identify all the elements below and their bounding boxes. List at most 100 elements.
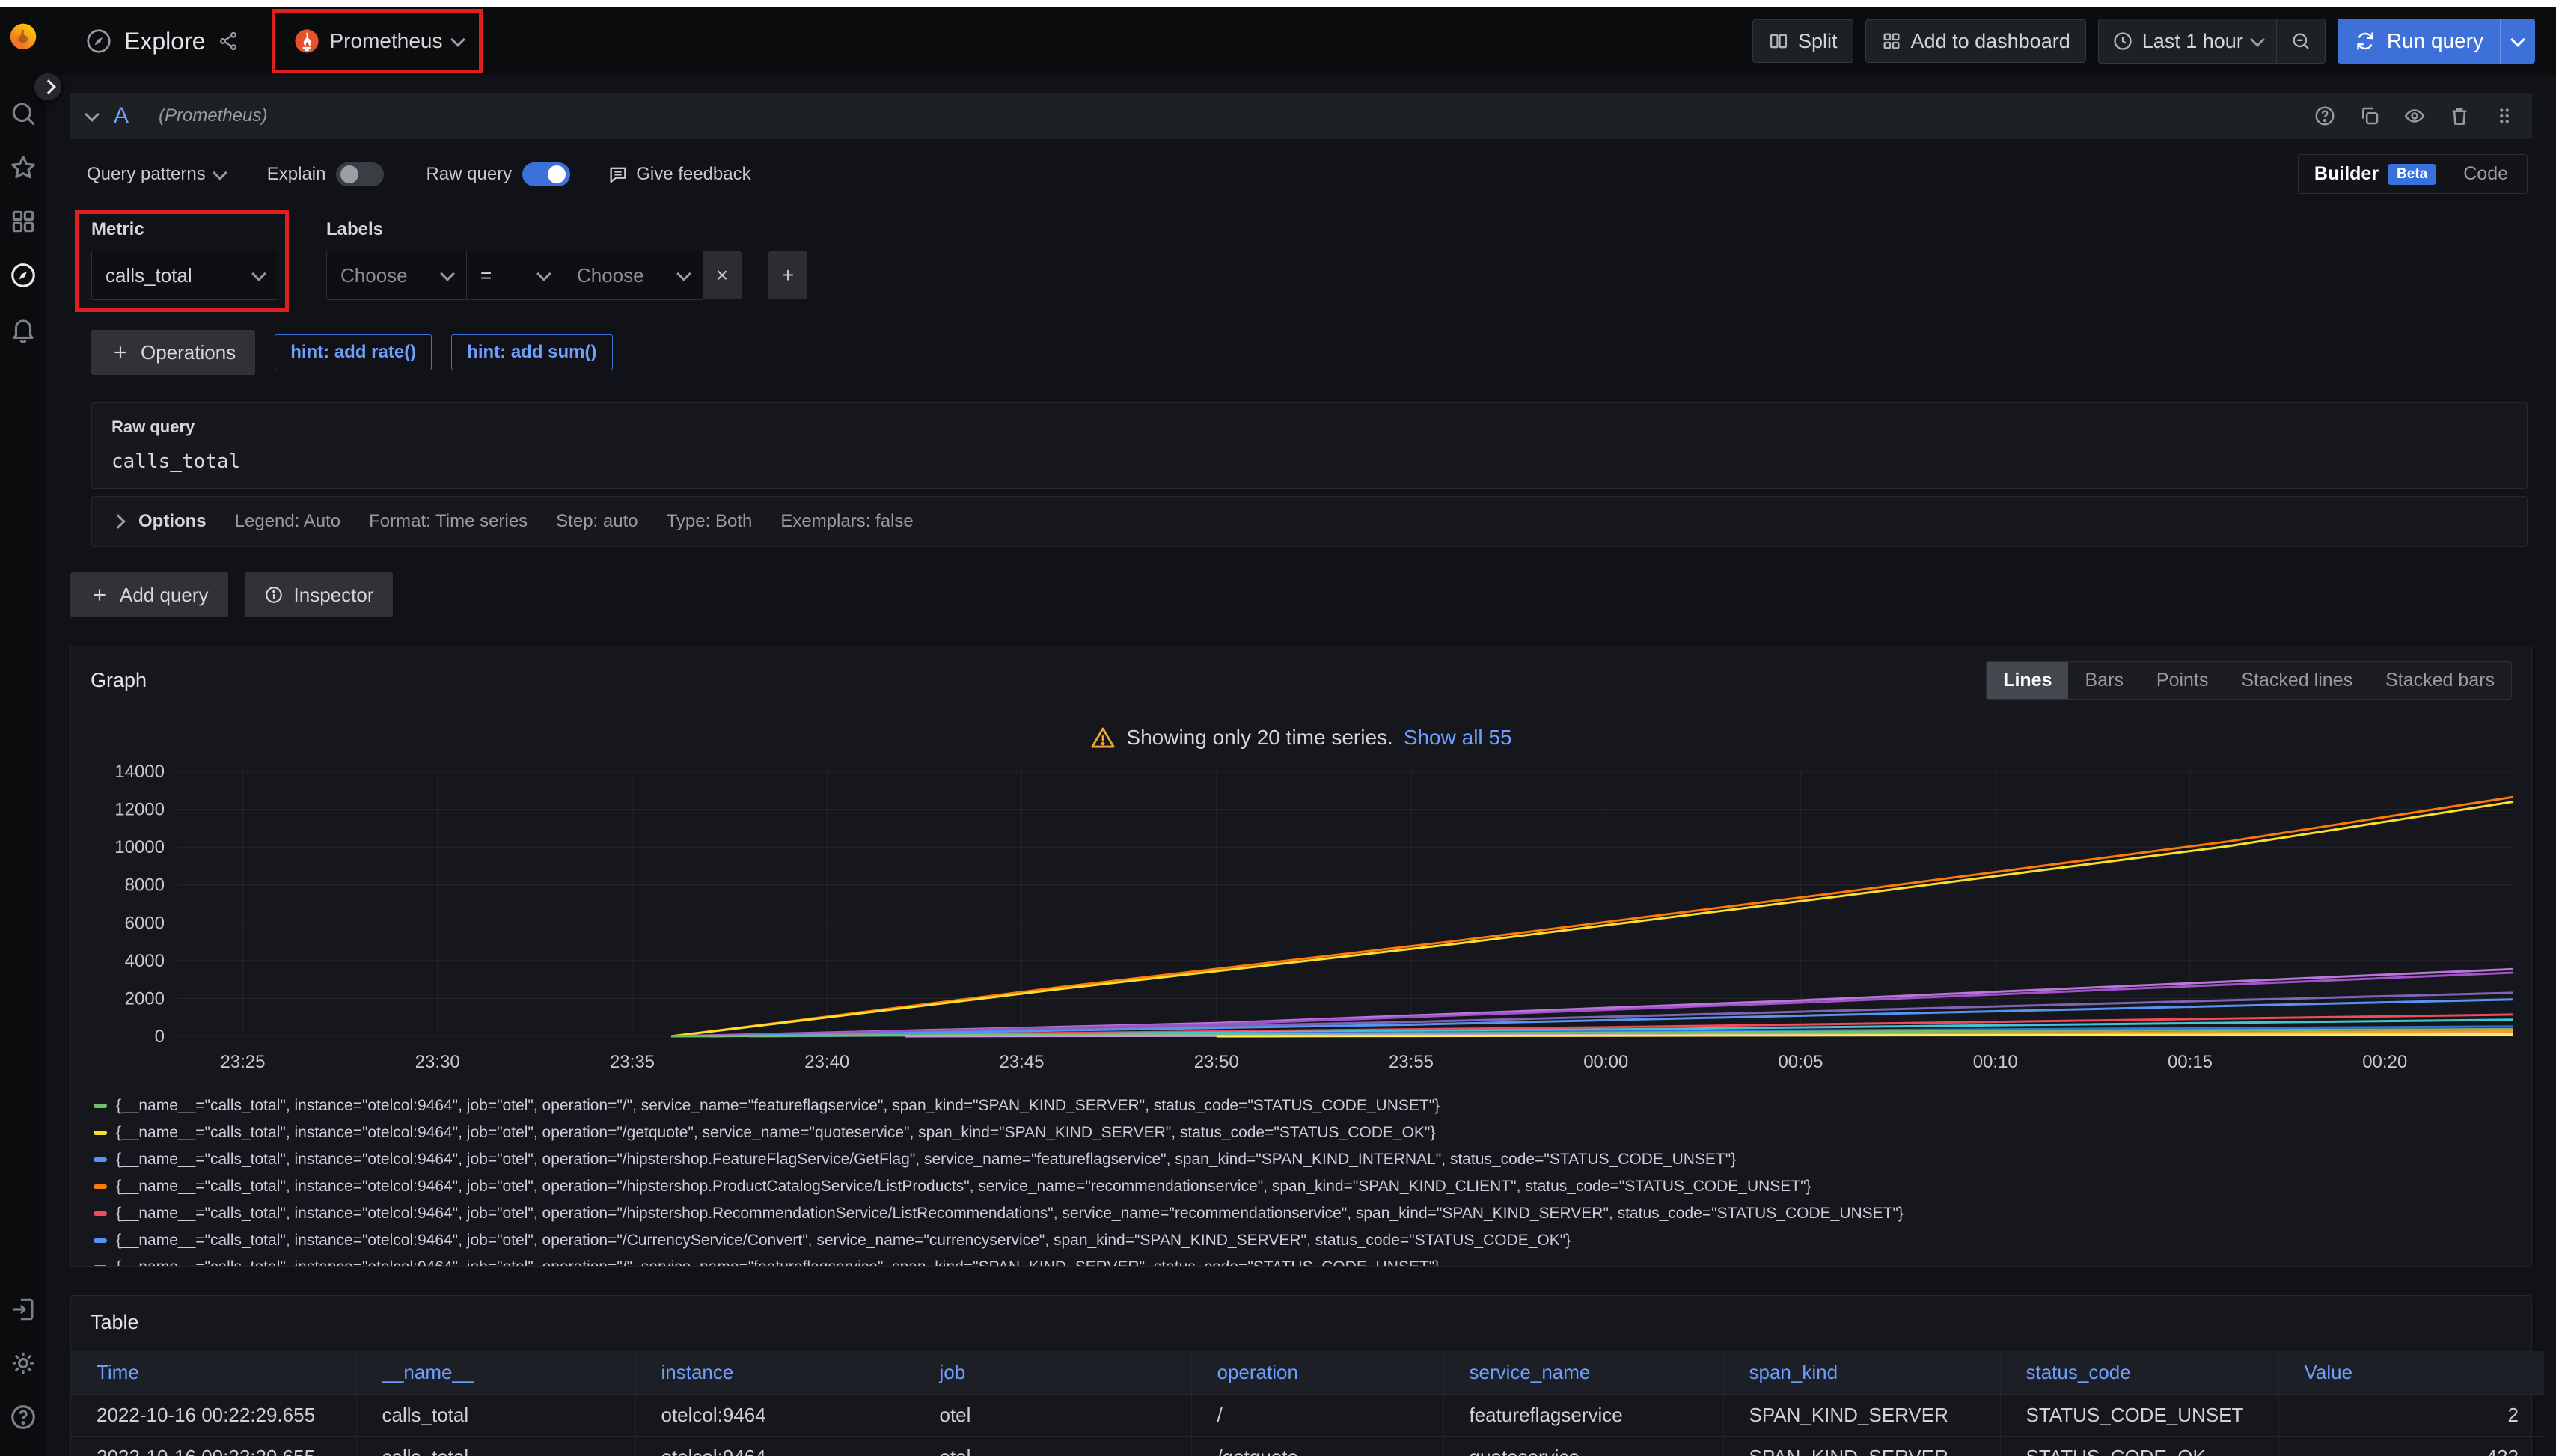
column-header-name[interactable]: __name__ (356, 1351, 635, 1395)
clock-icon (2112, 31, 2133, 52)
chevron-right-icon (41, 79, 56, 94)
table-cell: calls_total (356, 1395, 635, 1437)
label-value-select[interactable]: Choose (563, 251, 703, 300)
run-query-dropdown[interactable] (2500, 19, 2535, 64)
sidebar-explore-icon[interactable] (0, 248, 46, 302)
hint-add-rate-button[interactable]: hint: add rate() (275, 334, 432, 370)
beta-badge: Beta (2388, 164, 2436, 185)
query-ref-id[interactable]: A (114, 103, 129, 129)
time-range-picker[interactable]: Last 1 hour (2099, 19, 2276, 63)
column-header-statuscode[interactable]: status_code (2000, 1351, 2278, 1395)
legend-item[interactable]: {__name__="calls_total", instance="otelc… (94, 1119, 2531, 1146)
table-cell: 2022-10-16 00:22:29.655 (71, 1437, 356, 1456)
label-operator-select[interactable]: = (466, 251, 563, 300)
legend-swatch (94, 1157, 107, 1162)
graph-mode-bars[interactable]: Bars (2068, 662, 2139, 699)
sidebar-expand-button[interactable] (33, 72, 63, 102)
datasource-picker[interactable]: Prometheus (284, 21, 474, 61)
label-key-select[interactable]: Choose (326, 251, 466, 300)
builder-label: Builder (2314, 163, 2379, 185)
chevron-down-icon (2250, 32, 2265, 47)
column-header-servicename[interactable]: service_name (1443, 1351, 1723, 1395)
query-patterns-dropdown[interactable]: Query patterns (87, 164, 225, 185)
grafana-logo[interactable] (6, 18, 40, 52)
add-label-filter-button[interactable]: + (768, 251, 807, 299)
collapse-query-icon[interactable] (85, 107, 100, 122)
inspector-button[interactable]: Inspector (245, 572, 394, 617)
raw-query-toggle-label: Raw query (426, 164, 512, 185)
hide-query-icon[interactable] (2403, 105, 2426, 127)
sidebar-alerting-icon[interactable] (0, 302, 46, 356)
legend-item[interactable]: {__name__="calls_total", instance="otelc… (94, 1227, 2531, 1254)
labels-field-wrap: Labels Choose = (326, 219, 807, 300)
y-axis-tick: 8000 (125, 875, 165, 896)
column-header-instance[interactable]: instance (635, 1351, 914, 1395)
raw-query-switch[interactable] (522, 162, 570, 186)
toolbar-left: Explore Prometheus (85, 21, 474, 61)
legend-item[interactable]: {__name__="calls_total", instance="otelc… (94, 1200, 2531, 1227)
zoom-out-icon (2290, 31, 2311, 52)
time-series-chart[interactable]: 0200040006000800010000120001400023:2523:… (91, 761, 2519, 1083)
legend-item-partial[interactable]: {__name__="calls_total", instance="otelc… (94, 1254, 2531, 1266)
query-help-icon[interactable] (2314, 105, 2336, 127)
options-collapse[interactable]: Options (111, 511, 207, 532)
column-header-operation[interactable]: operation (1191, 1351, 1443, 1395)
give-feedback-link[interactable]: Give feedback (608, 164, 750, 185)
column-header-job[interactable]: job (914, 1351, 1191, 1395)
share-icon[interactable] (218, 31, 239, 52)
duplicate-query-icon[interactable] (2358, 105, 2381, 127)
delete-query-icon[interactable] (2448, 105, 2471, 127)
graph-mode-lines[interactable]: Lines (1987, 662, 2068, 699)
column-header-value[interactable]: Value (2278, 1351, 2544, 1395)
column-header-time[interactable]: Time (71, 1351, 356, 1395)
graph-panel-title: Graph (91, 669, 147, 692)
metric-select[interactable]: calls_total (91, 251, 278, 300)
chevron-down-icon (213, 165, 227, 180)
query-row-header[interactable]: A (Prometheus) (70, 93, 2532, 139)
sidebar-help-icon[interactable] (0, 1390, 46, 1444)
graph-mode-toggle: LinesBarsPointsStacked linesStacked bars (1986, 661, 2512, 700)
zoom-out-button[interactable] (2276, 19, 2325, 63)
show-all-series-link[interactable]: Show all 55 (1404, 726, 1512, 750)
app-container: Explore Prometheus (0, 7, 2556, 1456)
graph-mode-points[interactable]: Points (2140, 662, 2225, 699)
query-options-row[interactable]: Options Legend: AutoFormat: Time seriesS… (91, 496, 2528, 547)
y-axis-tick: 12000 (114, 800, 165, 820)
builder-tab[interactable]: Builder Beta (2302, 159, 2448, 189)
add-to-dashboard-button[interactable]: Add to dashboard (1865, 19, 2086, 63)
column-header-spankind[interactable]: span_kind (1723, 1351, 2000, 1395)
add-operation-button[interactable]: Operations (91, 330, 255, 375)
drag-handle-icon[interactable] (2493, 105, 2516, 127)
graph-mode-stacked-lines[interactable]: Stacked lines (2225, 662, 2369, 699)
explain-switch[interactable] (336, 162, 384, 186)
query-editor-panel: A (Prometheus) Query (70, 93, 2532, 550)
operations-label: Operations (141, 341, 236, 364)
x-axis-tick: 23:35 (610, 1052, 655, 1072)
add-query-button[interactable]: Add query (70, 572, 228, 617)
builder-code-switch: Builder Beta Code (2298, 154, 2528, 194)
sidebar-settings-icon[interactable] (0, 1336, 46, 1390)
table-cell: /getquote (1191, 1437, 1443, 1456)
run-query-button[interactable]: Run query (2338, 19, 2500, 64)
graph-mode-stacked-bars[interactable]: Stacked bars (2369, 662, 2511, 699)
sidebar-sign-in-icon[interactable] (0, 1282, 46, 1336)
split-button[interactable]: Split (1752, 19, 1853, 63)
table-cell: SPAN_KIND_SERVER (1723, 1395, 2000, 1437)
legend-label: {__name__="calls_total", instance="otelc… (116, 1151, 1736, 1169)
label-value-placeholder: Choose (577, 264, 644, 287)
legend-item[interactable]: {__name__="calls_total", instance="otelc… (94, 1146, 2531, 1173)
code-tab[interactable]: Code (2448, 159, 2523, 189)
metric-labels-row: Metric calls_total Labels (91, 219, 2528, 300)
remove-label-filter-button[interactable]: × (703, 251, 742, 299)
query-editor-body: Query patterns Explain Raw query (70, 139, 2532, 550)
hint-add-sum-button[interactable]: hint: add sum() (451, 334, 612, 370)
inspector-label: Inspector (294, 584, 374, 607)
legend-item[interactable]: {__name__="calls_total", instance="otelc… (94, 1092, 2531, 1119)
comment-icon (608, 164, 629, 185)
legend-item[interactable]: {__name__="calls_total", instance="otelc… (94, 1173, 2531, 1200)
explore-content: A (Prometheus) Query (46, 93, 2556, 1456)
sidebar-dashboards-icon[interactable] (0, 195, 46, 248)
switch-knob (548, 165, 566, 183)
legend-label: {__name__="calls_total", instance="otelc… (116, 1205, 1904, 1223)
sidebar-starred-icon[interactable] (0, 141, 46, 195)
